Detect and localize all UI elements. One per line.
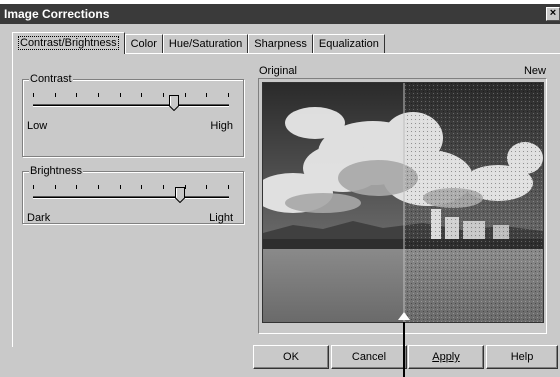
- contrast-group: Contrast Low High: [22, 73, 244, 157]
- preview-image: [253, 82, 544, 323]
- slider-tick: [163, 185, 164, 189]
- tab-strip: Contrast/Brightness Color Hue/Saturation…: [12, 32, 385, 54]
- ok-button[interactable]: OK: [253, 345, 329, 369]
- image-corrections-dialog: Image Corrections × Contrast/Brightness …: [0, 0, 560, 377]
- slider-tick: [185, 185, 186, 189]
- slider-tick: [206, 93, 207, 97]
- slider-tick: [76, 185, 77, 189]
- slider-tick: [33, 185, 34, 189]
- cancel-button[interactable]: Cancel: [331, 345, 407, 369]
- slider-tick: [206, 185, 207, 189]
- title-bar[interactable]: Image Corrections ×: [0, 4, 560, 24]
- brightness-group: Brightness Dark Light: [22, 165, 244, 224]
- contrast-high-label: High: [210, 120, 233, 132]
- brightness-slider-thumb[interactable]: [175, 187, 185, 203]
- brightness-high-label: Light: [209, 212, 233, 224]
- brightness-low-label: Dark: [27, 212, 51, 224]
- slider-tick: [55, 185, 56, 189]
- preview-picture: [253, 83, 543, 322]
- dialog-body: Contrast/Brightness Color Hue/Saturation…: [0, 24, 560, 377]
- slider-tick: [228, 93, 229, 97]
- slider-tick: [228, 185, 229, 189]
- tab-hue-saturation[interactable]: Hue/Saturation: [162, 34, 249, 54]
- tab-equalization[interactable]: Equalization: [312, 34, 385, 54]
- new-label: New: [523, 65, 546, 77]
- contrast-slider-thumb[interactable]: [169, 95, 179, 111]
- split-handle-icon[interactable]: [398, 312, 410, 320]
- close-icon: ×: [549, 7, 557, 19]
- slider-tick: [185, 93, 186, 97]
- close-button[interactable]: ×: [546, 7, 560, 21]
- slider-tick: [55, 93, 56, 97]
- brightness-slider-track[interactable]: [33, 196, 229, 199]
- callout-line: [403, 322, 405, 377]
- slider-tick: [76, 93, 77, 97]
- window-title: Image Corrections: [4, 7, 110, 21]
- brightness-ticks: [33, 185, 229, 189]
- slider-tick: [141, 93, 142, 97]
- slider-tick: [120, 93, 121, 97]
- brightness-group-title: Brightness: [29, 165, 83, 177]
- tab-sharpness[interactable]: Sharpness: [248, 34, 313, 54]
- contrast-low-label: Low: [27, 120, 48, 132]
- tab-contrast-brightness[interactable]: Contrast/Brightness: [12, 32, 125, 54]
- apply-button[interactable]: Apply: [408, 345, 484, 369]
- tab-color[interactable]: Color: [124, 34, 163, 54]
- slider-tick: [33, 93, 34, 97]
- slider-tick: [120, 185, 121, 189]
- slider-tick: [141, 185, 142, 189]
- slider-tick: [163, 93, 164, 97]
- original-label: Original: [259, 65, 297, 77]
- contrast-ticks: [33, 93, 229, 97]
- help-button[interactable]: Help: [486, 345, 558, 369]
- slider-tick: [98, 93, 99, 97]
- contrast-group-title: Contrast: [29, 73, 73, 85]
- preview-panel: [253, 78, 547, 334]
- contrast-slider-track[interactable]: [33, 104, 229, 107]
- slider-tick: [98, 185, 99, 189]
